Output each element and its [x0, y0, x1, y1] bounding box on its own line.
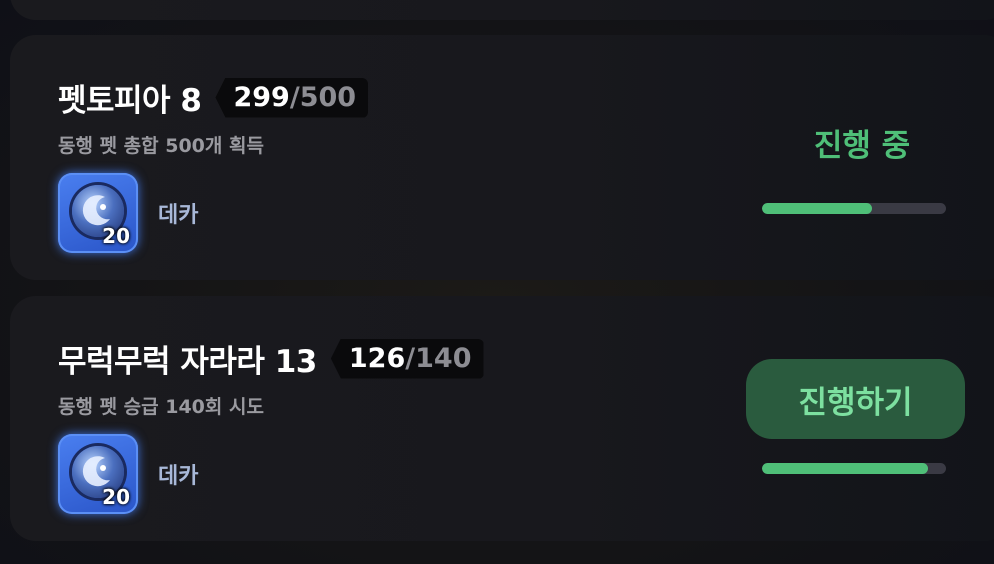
progress-current: 126	[348, 343, 406, 374]
reward-name: 데카	[158, 203, 199, 228]
reward-quantity: 20	[102, 485, 130, 509]
deka-coin-icon: 20	[58, 173, 138, 253]
deka-coin-icon: 20	[58, 434, 138, 514]
progress-separator: /	[405, 343, 416, 374]
progress-fill	[762, 203, 873, 214]
quest-progress-bar	[762, 463, 946, 474]
quest-progress-count: 126/140	[330, 338, 484, 379]
reward-quantity: 20	[102, 224, 130, 248]
quest-header: 무럭무럭 자라라 13 126/140	[58, 336, 484, 381]
progress-fill	[762, 463, 928, 474]
quest-status-in-progress: 진행 중	[813, 128, 911, 164]
quest-title: 펫토피아 8	[58, 83, 202, 119]
quest-progress-count: 299/500	[215, 77, 369, 118]
quest-description: 동행 펫 승급 140회 시도	[58, 396, 264, 418]
proceed-button[interactable]: 진행하기	[746, 359, 965, 439]
quest-title: 무럭무럭 자라라 13	[58, 344, 317, 380]
quest-description: 동행 펫 총합 500개 획득	[58, 135, 264, 157]
progress-current: 299	[233, 82, 290, 113]
quest-card-partial	[10, 0, 994, 20]
progress-separator: /	[289, 82, 300, 113]
quest-reward: 20 데카	[58, 434, 198, 514]
quest-header: 펫토피아 8 299/500	[58, 75, 369, 120]
quest-card: 펫토피아 8 299/500 동행 펫 총합 500개 획득 20 데카 진행 …	[10, 35, 994, 280]
progress-max: 500	[299, 82, 357, 113]
quest-reward: 20 데카	[58, 173, 198, 253]
quest-list: 펫토피아 8 299/500 동행 펫 총합 500개 획득 20 데카 진행 …	[0, 0, 994, 564]
quest-progress-bar	[762, 203, 946, 214]
progress-max: 140	[415, 343, 472, 374]
reward-name: 데카	[158, 464, 199, 489]
quest-card: 무럭무럭 자라라 13 126/140 동행 펫 승급 140회 시도 20 데…	[10, 296, 994, 541]
